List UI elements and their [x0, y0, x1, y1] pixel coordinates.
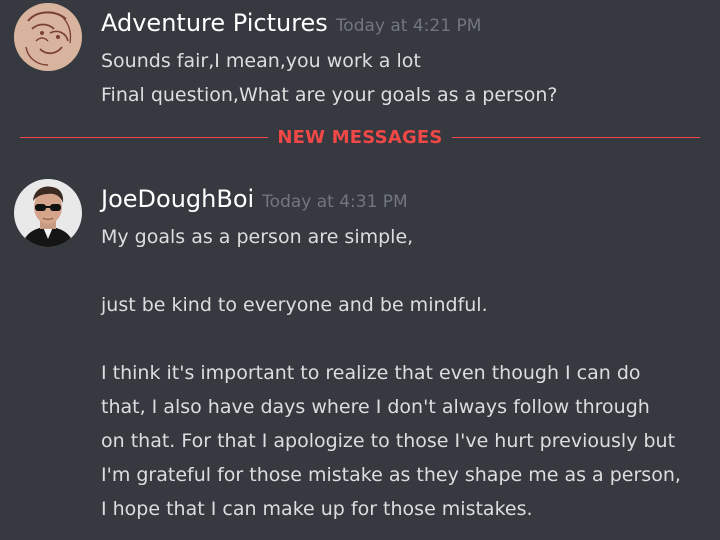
message-header: JoeDoughBoi Today at 4:31 PM: [101, 182, 408, 219]
avatar[interactable]: [14, 179, 82, 247]
message-line: just be kind to everyone and be mindful.: [101, 294, 488, 316]
message-body: My goals as a person are simple, just be…: [101, 220, 713, 526]
sketch-face-avatar-icon: [14, 3, 82, 71]
message-line: I think it's important to realize that e…: [101, 362, 641, 384]
username[interactable]: JoeDoughBoi: [101, 185, 254, 213]
message-body: Sounds fair,I mean,you work a lot Final …: [101, 44, 713, 112]
message-line: on that. For that I apologize to those I…: [101, 430, 676, 452]
message-line: I hope that I can make up for those mist…: [101, 498, 533, 520]
message-line: My goals as a person are simple,: [101, 226, 414, 248]
username[interactable]: Adventure Pictures: [101, 9, 328, 37]
divider-rule-left: [20, 137, 268, 138]
new-messages-divider: NEW MESSAGES: [20, 124, 700, 152]
divider-rule-right: [452, 137, 700, 138]
message-line: that, I also have days where I don't alw…: [101, 396, 650, 418]
chat-area: Adventure Pictures Today at 4:21 PM Sound…: [0, 0, 720, 540]
message-line: Sounds fair,I mean,you work a lot: [101, 50, 421, 72]
man-sunglasses-avatar-icon: [14, 179, 82, 247]
new-messages-label: NEW MESSAGES: [277, 127, 443, 148]
timestamp: Today at 4:31 PM: [262, 192, 408, 212]
avatar[interactable]: [14, 3, 82, 71]
timestamp: Today at 4:21 PM: [335, 16, 482, 36]
message-header: Adventure Pictures Today at 4:21 PM: [101, 6, 481, 43]
message-line: Final question,What are your goals as a …: [101, 84, 558, 106]
message-line: I'm grateful for those mistake as they s…: [101, 464, 681, 486]
